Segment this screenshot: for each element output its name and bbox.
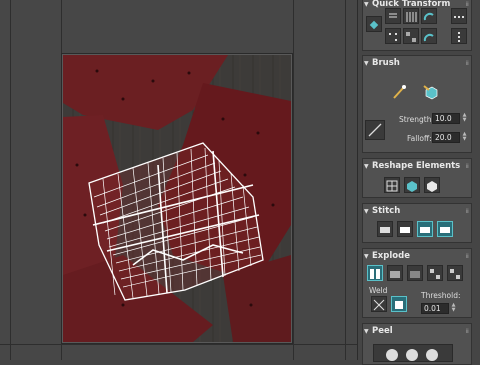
peel-icons <box>386 349 438 361</box>
reshape-elements-header[interactable]: ▼ Reshape Elements ⁞⁞ <box>363 159 471 174</box>
stitch-rollout: ▼ Stitch ⁞⁞ <box>362 203 472 243</box>
vertical-lines-icon <box>406 12 417 22</box>
detach-button[interactable] <box>407 265 423 281</box>
cube-icon <box>427 181 437 192</box>
cube-brush-icon <box>423 85 438 100</box>
quick-transform-rollout: ▼ Quick Transform ⁞⁞ <box>362 0 472 51</box>
align-horizontal-icon <box>389 13 397 18</box>
align-vertical-button[interactable] <box>403 8 419 24</box>
rotate-arrow-icon <box>423 33 434 42</box>
rotate-arrow-icon <box>423 12 434 21</box>
cracker-texture <box>63 55 291 342</box>
flatten-button[interactable] <box>427 265 443 281</box>
viewport-divider <box>293 0 294 360</box>
rollout-grip-icon: ⁞⁞ <box>465 163 468 170</box>
grid-dots-icon <box>389 33 397 41</box>
checker-icon <box>406 32 416 42</box>
threshold-input[interactable]: 0.01 <box>421 303 449 314</box>
checker-icon <box>430 269 440 279</box>
strength-label: Strength: <box>399 115 434 124</box>
checker-button[interactable] <box>403 28 419 44</box>
reshape-elements-rollout: ▼ Reshape Elements ⁞⁞ <box>362 158 472 198</box>
explode-header[interactable]: ▼ Explode ⁞⁞ <box>363 249 471 264</box>
rollout-grip-icon: ⁞⁞ <box>465 60 468 67</box>
viewport-divider <box>345 0 346 360</box>
stitch-title: Stitch <box>372 206 401 216</box>
detach-icon <box>410 271 420 278</box>
straighten-selection-button[interactable] <box>384 177 400 193</box>
strength-spinner[interactable]: ▲ ▼ <box>462 113 467 124</box>
reshape-elements-title: Reshape Elements <box>372 161 461 171</box>
weld-selected-button[interactable] <box>371 296 387 312</box>
stitch-to-average-button[interactable] <box>417 221 433 237</box>
strength-input[interactable]: 10.0 <box>432 113 460 124</box>
rollout-grip-icon: ⁞⁞ <box>465 208 468 215</box>
threshold-spinner[interactable]: ▲ ▼ <box>451 303 456 314</box>
stitch-icon <box>400 227 410 233</box>
collapse-triangle-icon: ▼ <box>364 328 369 335</box>
stitch-to-target-button[interactable] <box>397 221 413 237</box>
collapse-triangle-icon: ▼ <box>364 208 369 215</box>
break-button[interactable] <box>367 265 383 281</box>
relax-button[interactable] <box>404 177 420 193</box>
brush-title: Brush <box>372 58 400 68</box>
falloff-input[interactable]: 20.0 <box>432 132 460 143</box>
peel-header[interactable]: ▼ Peel ⁞⁞ <box>363 324 471 339</box>
break-icon <box>370 269 380 279</box>
stitch-custom-button[interactable] <box>377 221 393 237</box>
rotate-ccw-button[interactable] <box>421 8 437 24</box>
rollout-grip-icon: ⁞⁞ <box>465 253 468 260</box>
split-icon <box>390 271 400 278</box>
align-vertical-2-button[interactable] <box>451 28 467 44</box>
stitch-custom-icon <box>380 227 390 233</box>
stitch-header[interactable]: ▼ Stitch ⁞⁞ <box>363 204 471 219</box>
peel-title: Peel <box>372 326 393 336</box>
collapse-triangle-icon: ▼ <box>364 253 369 260</box>
stitch-to-source-button[interactable] <box>437 221 453 237</box>
stitch-icon <box>420 227 430 233</box>
slash-icon <box>368 123 382 137</box>
peel-tools-group[interactable] <box>373 344 453 362</box>
cube-icon <box>407 181 417 192</box>
align-pivot-button[interactable] <box>366 16 382 32</box>
viewport-divider <box>0 344 357 345</box>
weld-label: Weld <box>369 286 388 295</box>
grid-icon <box>386 180 398 192</box>
rollout-grip-icon: ⁞⁞ <box>465 328 468 335</box>
explode-title: Explode <box>372 251 410 261</box>
vertical-dots-icon <box>458 32 460 42</box>
brush-rollout: ▼ Brush ⁞⁞ Strength: 10.0 ▲ ▼ Falloff: 20… <box>362 55 472 153</box>
split-button[interactable] <box>387 265 403 281</box>
rotate-cw-button[interactable] <box>421 28 437 44</box>
relax-by-polygon-button[interactable] <box>424 177 440 193</box>
falloff-label: Falloff: <box>407 134 432 143</box>
paint-pin-button[interactable] <box>390 82 410 102</box>
distribute-button[interactable] <box>451 8 467 24</box>
threshold-label: Threshold: <box>421 291 461 300</box>
brush-header[interactable]: ▼ Brush ⁞⁞ <box>363 56 471 71</box>
explode-rollout: ▼ Explode ⁞⁞ Weld Threshold: 0.01 ▲ ▼ <box>362 248 472 318</box>
collapse-triangle-icon: ▼ <box>364 60 369 67</box>
weld-icon <box>395 301 403 309</box>
relax-brush-button[interactable] <box>421 82 441 102</box>
weld-icon <box>373 299 385 311</box>
texture-background-image <box>63 55 291 342</box>
weld-all-button[interactable] <box>391 296 407 312</box>
collapse-triangle-icon: ▼ <box>364 1 369 8</box>
dots-icon <box>454 16 464 18</box>
peel-rollout: ▼ Peel ⁞⁞ <box>362 323 472 365</box>
paint-brush-icon <box>393 85 406 99</box>
stitch-icon <box>440 227 450 233</box>
diamond-icon <box>369 20 379 30</box>
collapse-triangle-icon: ▼ <box>364 163 369 170</box>
flatten-by-angle-button[interactable] <box>447 265 463 281</box>
checker-icon <box>450 269 460 279</box>
viewport-divider <box>10 0 11 360</box>
align-horizontal-button[interactable] <box>385 8 401 24</box>
align-grid-button[interactable] <box>385 28 401 44</box>
falloff-spinner[interactable]: ▲ ▼ <box>462 132 467 143</box>
brush-options-button[interactable] <box>365 120 385 140</box>
